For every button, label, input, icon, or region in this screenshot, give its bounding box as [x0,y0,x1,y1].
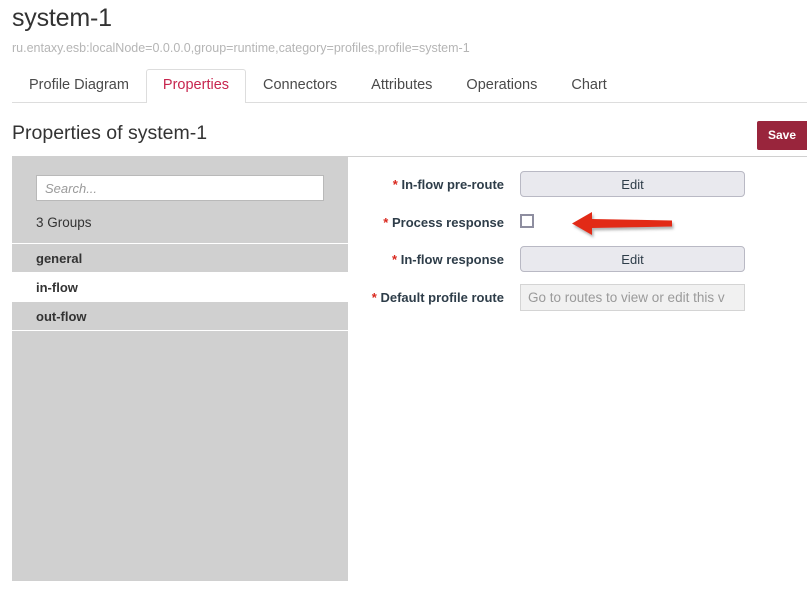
form-row-in-flow-pre-route: * In-flow pre-route Edit [348,171,807,197]
tab-attributes[interactable]: Attributes [354,69,449,102]
process-response-checkbox[interactable] [520,214,534,228]
default-profile-route-input: Go to routes to view or edit this v [520,284,745,311]
properties-panel: 3 Groups general in-flow out-flow * In-f… [12,156,807,581]
label-process-response: * Process response [348,209,504,232]
label-text: Process response [391,215,504,230]
required-asterisk: * [383,215,389,230]
control-wrapper: Go to routes to view or edit this v [520,284,745,311]
section-title: Properties of system-1 [12,122,208,144]
group-item-in-flow[interactable]: in-flow [12,273,348,302]
label-text: In-flow pre-route [401,177,504,192]
label-default-profile-route: * Default profile route [348,284,504,307]
control-wrapper [520,209,534,228]
search-wrapper [12,157,348,201]
form-row-default-profile-route: * Default profile route Go to routes to … [348,284,807,311]
edit-in-flow-pre-route-button[interactable]: Edit [520,171,745,197]
tab-chart[interactable]: Chart [554,69,623,102]
page-title: system-1 [12,4,112,32]
required-asterisk: * [392,177,398,192]
breadcrumb: ru.entaxy.esb:localNode=0.0.0.0,group=ru… [12,41,470,55]
groups-sidebar: 3 Groups general in-flow out-flow [12,157,348,581]
form-row-process-response: * Process response [348,209,807,232]
form-row-in-flow-response: * In-flow response Edit [348,246,807,272]
edit-in-flow-response-button[interactable]: Edit [520,246,745,272]
group-item-out-flow[interactable]: out-flow [12,302,348,331]
group-list: general in-flow out-flow [12,243,348,331]
label-in-flow-pre-route: * In-flow pre-route [348,171,504,194]
control-wrapper: Edit [520,246,745,272]
properties-page: system-1 ru.entaxy.esb:localNode=0.0.0.0… [0,0,807,592]
tab-operations[interactable]: Operations [449,69,554,102]
search-input[interactable] [36,175,324,201]
tab-profile-diagram[interactable]: Profile Diagram [12,69,146,102]
save-button[interactable]: Save [756,121,807,150]
label-in-flow-response: * In-flow response [348,246,504,269]
groups-count-label: 3 Groups [36,215,92,230]
properties-form: * In-flow pre-route Edit * Process respo… [348,157,807,581]
label-text: In-flow response [400,252,504,267]
tab-bar: Profile Diagram Properties Connectors At… [12,69,807,103]
group-item-general[interactable]: general [12,244,348,273]
control-wrapper: Edit [520,171,745,197]
tab-properties[interactable]: Properties [145,69,247,103]
tab-connectors[interactable]: Connectors [246,69,354,102]
required-asterisk: * [371,290,377,305]
required-asterisk: * [392,252,398,267]
label-text: Default profile route [380,290,504,305]
